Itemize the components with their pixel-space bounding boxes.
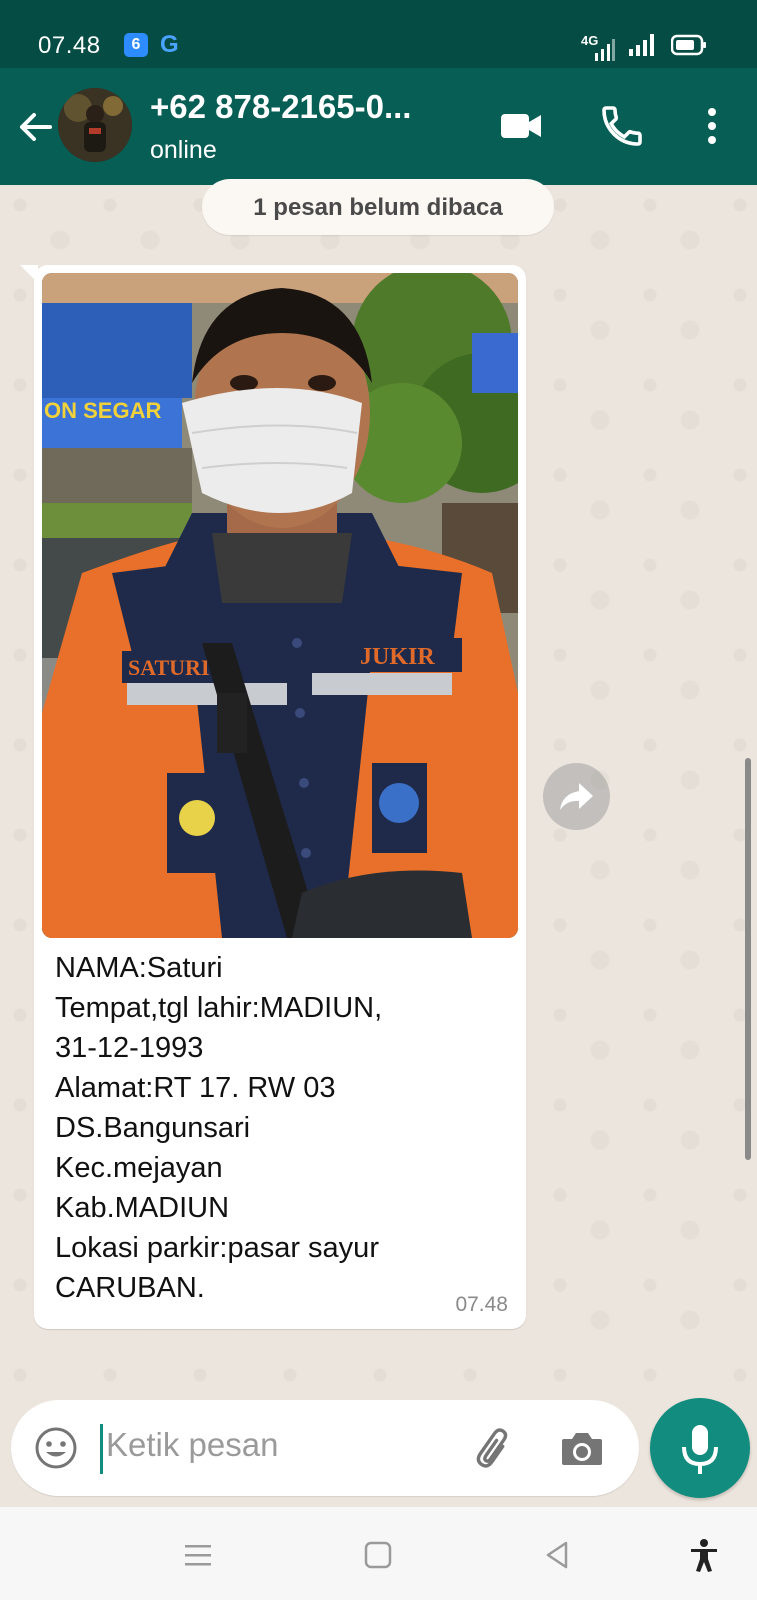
chat-area[interactable]: 1 pesan belum dibaca ON SEGAR SATURI JUK… — [0, 179, 757, 1507]
voice-call-button[interactable] — [598, 102, 646, 150]
emoji-button[interactable] — [32, 1424, 80, 1472]
menu-lines-icon — [185, 1545, 211, 1566]
app-notification-icon: 6 — [124, 33, 148, 57]
contact-status: online — [150, 136, 217, 164]
accessibility-button[interactable] — [686, 1537, 722, 1573]
role-badge-text: JUKIR — [360, 644, 435, 670]
video-call-button[interactable] — [497, 102, 545, 150]
video-camera-icon — [501, 114, 541, 138]
incoming-message-bubble[interactable]: ON SEGAR SATURI JUKIR NAMA:Saturi Tempat… — [20, 265, 526, 1329]
camera-icon — [562, 1433, 602, 1465]
square-icon — [364, 1541, 392, 1569]
back-button[interactable] — [14, 106, 56, 148]
emoji-icon — [35, 1427, 77, 1469]
more-options-button[interactable] — [688, 102, 736, 150]
name-badge-text: SATURI — [128, 655, 210, 680]
recents-button[interactable] — [180, 1537, 216, 1573]
accessibility-icon — [691, 1539, 717, 1572]
chat-header: +62 878-2165-0... online — [0, 68, 757, 185]
arrow-left-icon — [20, 113, 52, 141]
more-vert-icon — [708, 108, 716, 144]
triangle-back-icon — [546, 1541, 568, 1569]
contact-avatar[interactable] — [58, 88, 132, 162]
status-indicators: 4G — [581, 33, 707, 61]
home-button[interactable] — [360, 1537, 396, 1573]
message-photo[interactable]: ON SEGAR SATURI JUKIR — [42, 273, 518, 938]
message-input-box[interactable]: Ketik pesan — [11, 1400, 639, 1496]
contact-name[interactable]: +62 878-2165-0... — [150, 88, 460, 126]
message-time: 07.48 — [455, 1293, 508, 1316]
battery-icon — [670, 34, 707, 61]
attach-button[interactable] — [469, 1424, 519, 1474]
scrollbar[interactable] — [745, 758, 751, 1160]
back-nav-button[interactable] — [540, 1537, 576, 1573]
shop-sign-text: ON SEGAR — [44, 398, 161, 423]
network-signal-icon: 4G — [581, 33, 615, 61]
system-navigation-bar — [0, 1507, 757, 1600]
forward-icon — [560, 783, 593, 810]
message-text: NAMA:Saturi Tempat,tgl lahir:MADIUN, 31-… — [55, 952, 383, 1304]
forward-button[interactable] — [543, 763, 610, 830]
voice-message-button[interactable] — [650, 1398, 750, 1498]
paperclip-icon — [476, 1428, 508, 1468]
google-notification-icon: G — [160, 31, 179, 58]
phone-icon — [602, 106, 642, 146]
camera-button[interactable] — [557, 1424, 607, 1474]
composer-area: Ketik pesan — [0, 1395, 757, 1507]
unread-messages-notice: 1 pesan belum dibaca — [202, 179, 554, 235]
bubble-tail — [20, 265, 38, 283]
microphone-icon — [682, 1425, 718, 1474]
status-time: 07.48 — [38, 32, 101, 59]
cell-signal-icon — [629, 34, 657, 61]
text-caret — [100, 1424, 103, 1474]
message-input-placeholder[interactable]: Ketik pesan — [106, 1426, 278, 1464]
status-bar: 07.48 6 G 4G — [0, 0, 757, 68]
